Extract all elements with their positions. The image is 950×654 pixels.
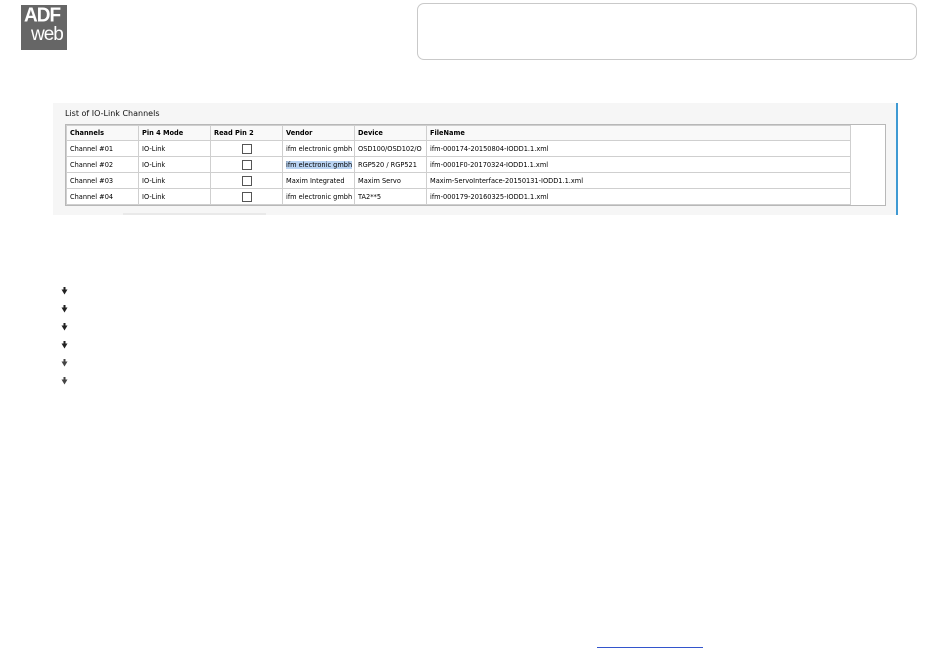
bullet-icon (61, 377, 68, 385)
column-header-channels[interactable]: Channels (66, 125, 139, 141)
table-row[interactable]: Channel #04 IO-Link ifm electronic gmbh … (66, 188, 851, 205)
cell-mode[interactable]: IO-Link (138, 188, 211, 205)
bullet-icon (61, 287, 68, 295)
cell-filename[interactable]: Maxim-ServoInterface-20150131-IODD1.1.xm… (426, 172, 851, 189)
panel-scrollbar-hint (123, 213, 266, 215)
read-pin2-checkbox[interactable] (241, 175, 252, 186)
channels-grid[interactable]: Channels Pin 4 Mode Read Pin 2 Vendor De… (65, 124, 886, 206)
column-header-pin4-mode[interactable]: Pin 4 Mode (138, 125, 211, 141)
cell-mode[interactable]: IO-Link (138, 140, 211, 157)
bullet-icon (61, 323, 68, 331)
bullet-icon (61, 305, 68, 313)
panel-title: List of IO-Link Channels (65, 109, 160, 118)
footer-link-underline[interactable] (597, 647, 703, 648)
logo-text-web: web (31, 24, 64, 45)
cell-read-pin2 (210, 172, 283, 189)
adfweb-logo: ADF web (21, 4, 67, 50)
column-header-filename[interactable]: FileName (426, 125, 851, 141)
column-header-vendor[interactable]: Vendor (282, 125, 355, 141)
cell-channel[interactable]: Channel #01 (66, 140, 139, 157)
cell-read-pin2 (210, 140, 283, 157)
read-pin2-checkbox[interactable] (241, 159, 252, 170)
cell-filename[interactable]: ifm-0001F0-20170324-IODD1.1.xml (426, 156, 851, 173)
cell-vendor[interactable]: ifm electronic gmbh (282, 140, 355, 157)
document-title-box (417, 3, 917, 60)
cell-mode[interactable]: IO-Link (138, 156, 211, 173)
bullet-icon (61, 359, 68, 367)
table-row[interactable]: Channel #02 IO-Link ifm electronic gmbh … (66, 156, 851, 173)
cell-device[interactable]: TA2**5 (354, 188, 427, 205)
read-pin2-checkbox[interactable] (241, 143, 252, 154)
cell-channel[interactable]: Channel #02 (66, 156, 139, 173)
table-row[interactable]: Channel #03 IO-Link Maxim Integrated Max… (66, 172, 851, 189)
selected-cell-text: ifm electronic gmbh (286, 160, 353, 169)
cell-channel[interactable]: Channel #03 (66, 172, 139, 189)
cell-read-pin2 (210, 188, 283, 205)
cell-read-pin2 (210, 156, 283, 173)
table-header-row: Channels Pin 4 Mode Read Pin 2 Vendor De… (66, 125, 851, 141)
io-link-channels-panel: List of IO-Link Channels Channels Pin 4 … (53, 103, 898, 215)
column-header-read-pin2[interactable]: Read Pin 2 (210, 125, 283, 141)
column-header-device[interactable]: Device (354, 125, 427, 141)
cell-device[interactable]: Maxim Servo (354, 172, 427, 189)
cell-filename[interactable]: ifm-000179-20160325-IODD1.1.xml (426, 188, 851, 205)
cell-vendor-selected[interactable]: ifm electronic gmbh (282, 156, 355, 173)
cell-filename[interactable]: ifm-000174-20150804-IODD1.1.xml (426, 140, 851, 157)
channels-table: Channels Pin 4 Mode Read Pin 2 Vendor De… (66, 125, 851, 205)
cell-vendor[interactable]: ifm electronic gmbh (282, 188, 355, 205)
cell-vendor[interactable]: Maxim Integrated (282, 172, 355, 189)
bullet-icon (61, 341, 68, 349)
table-row[interactable]: Channel #01 IO-Link ifm electronic gmbh … (66, 140, 851, 157)
cell-device[interactable]: RGP520 / RGP521 (354, 156, 427, 173)
cell-device[interactable]: OSD100/OSD102/O (354, 140, 427, 157)
cell-mode[interactable]: IO-Link (138, 172, 211, 189)
read-pin2-checkbox[interactable] (241, 191, 252, 202)
cell-channel[interactable]: Channel #04 (66, 188, 139, 205)
